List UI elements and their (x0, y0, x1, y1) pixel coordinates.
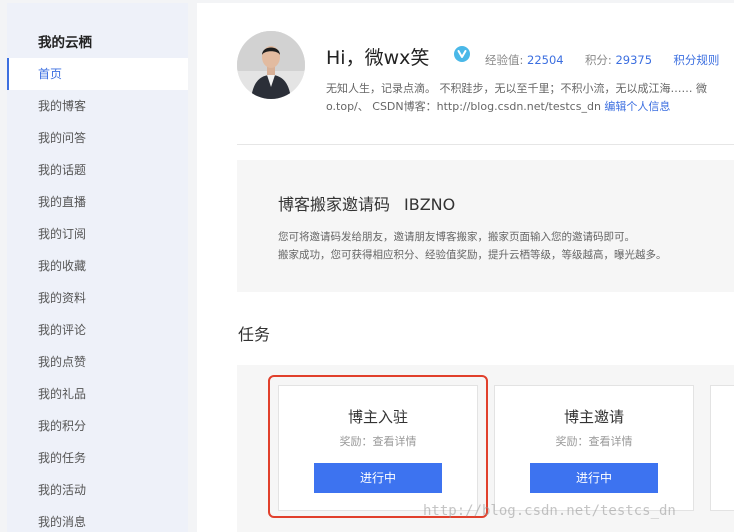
task-card-blogger-join[interactable]: 博主入驻 奖励：查看详情 进行中 (278, 385, 478, 511)
sidebar-item-qa[interactable]: 我的问答 (7, 122, 188, 154)
divider (237, 144, 734, 145)
sidebar-item-subscriptions[interactable]: 我的订阅 (7, 218, 188, 250)
invite-title: 博客搬家邀请码 IBZNO (278, 191, 455, 215)
sidebar-item-gifts[interactable]: 我的礼品 (7, 378, 188, 410)
invite-description: 您可将邀请码发给朋友，邀请朋友博客搬家，搬家页面输入您的邀请码即可。 搬家成功，… (278, 228, 667, 264)
page: 我的云栖 首页 我的博客 我的问答 我的话题 我的直播 我的订阅 我的收藏 我的… (0, 0, 734, 532)
avatar-image (237, 31, 305, 99)
edit-profile-link[interactable]: 编辑个人信息 (604, 100, 670, 113)
sidebar-item-blog[interactable]: 我的博客 (7, 90, 188, 122)
sidebar-nav: 首页 我的博客 我的问答 我的话题 我的直播 我的订阅 我的收藏 我的资料 我的… (7, 58, 188, 532)
exp-label: 经验值: (485, 53, 524, 67)
verified-icon (454, 46, 470, 62)
sidebar-item-points[interactable]: 我的积分 (7, 410, 188, 442)
invite-desc-line-1: 您可将邀请码发给朋友，邀请朋友博客搬家，搬家页面输入您的邀请码即可。 (278, 231, 635, 243)
bio-line-2: o.top/、 CSDN博客：http://blog.csdn.net/test… (326, 100, 601, 113)
invite-desc-line-2: 搬家成功，您可获得相应积分、经验值奖励，提升云栖等级，等级越高，曝光越多。 (278, 249, 667, 261)
task-card-partial[interactable] (710, 385, 734, 511)
sidebar-item-comments[interactable]: 我的评论 (7, 314, 188, 346)
points-label: 积分: (584, 53, 612, 67)
sidebar-item-activities[interactable]: 我的活动 (7, 474, 188, 506)
sidebar-item-messages[interactable]: 我的消息 (7, 506, 188, 532)
task-reward[interactable]: 奖励：查看详情 (279, 433, 477, 449)
sidebar-item-likes[interactable]: 我的点赞 (7, 346, 188, 378)
points-value: 29375 (615, 53, 653, 67)
sidebar-item-tasks[interactable]: 我的任务 (7, 442, 188, 474)
invite-code: IBZNO (404, 195, 456, 214)
sidebar-item-favorites[interactable]: 我的收藏 (7, 250, 188, 282)
points-rules-link[interactable]: 积分规则 (673, 53, 719, 67)
task-status-button[interactable]: 进行中 (530, 463, 658, 493)
main-content: Hi，微wx笑 经验值: 22504 积分: 29375 积分规则 无知人生，记… (197, 3, 734, 532)
task-title: 博主入驻 (347, 408, 408, 426)
sidebar: 我的云栖 首页 我的博客 我的问答 我的话题 我的直播 我的订阅 我的收藏 我的… (7, 3, 188, 532)
sidebar-item-home[interactable]: 首页 (7, 58, 188, 90)
sidebar-item-live[interactable]: 我的直播 (7, 186, 188, 218)
greeting: Hi，微wx笑 (326, 47, 430, 69)
watermark: http://blog.csdn.net/testcs_dn (423, 503, 676, 519)
avatar[interactable] (237, 31, 305, 99)
bio-line-1: 无知人生，记录点滴。 不积跬步，无以至千里；不积小流，无以成江海…… 微 (326, 82, 707, 95)
tasks-heading: 任务 (238, 325, 271, 344)
task-status-button[interactable]: 进行中 (314, 463, 442, 493)
sidebar-item-topics[interactable]: 我的话题 (7, 154, 188, 186)
sidebar-item-profile[interactable]: 我的资料 (7, 282, 188, 314)
task-reward[interactable]: 奖励：查看详情 (495, 433, 693, 449)
invite-code-panel: 博客搬家邀请码 IBZNO 您可将邀请码发给朋友，邀请朋友博客搬家，搬家页面输入您… (237, 160, 734, 292)
sidebar-title: 我的云栖 (38, 35, 92, 51)
exp-value: 22504 (527, 53, 564, 67)
task-card-blogger-invite[interactable]: 博主邀请 奖励：查看详情 进行中 (494, 385, 694, 511)
user-stats: 经验值: 22504 积分: 29375 积分规则 (485, 52, 719, 68)
bio: 无知人生，记录点滴。 不积跬步，无以至千里；不积小流，无以成江海…… 微 o.t… (326, 80, 734, 116)
invite-title-label: 博客搬家邀请码 (278, 195, 391, 214)
task-title: 博主邀请 (563, 408, 624, 426)
